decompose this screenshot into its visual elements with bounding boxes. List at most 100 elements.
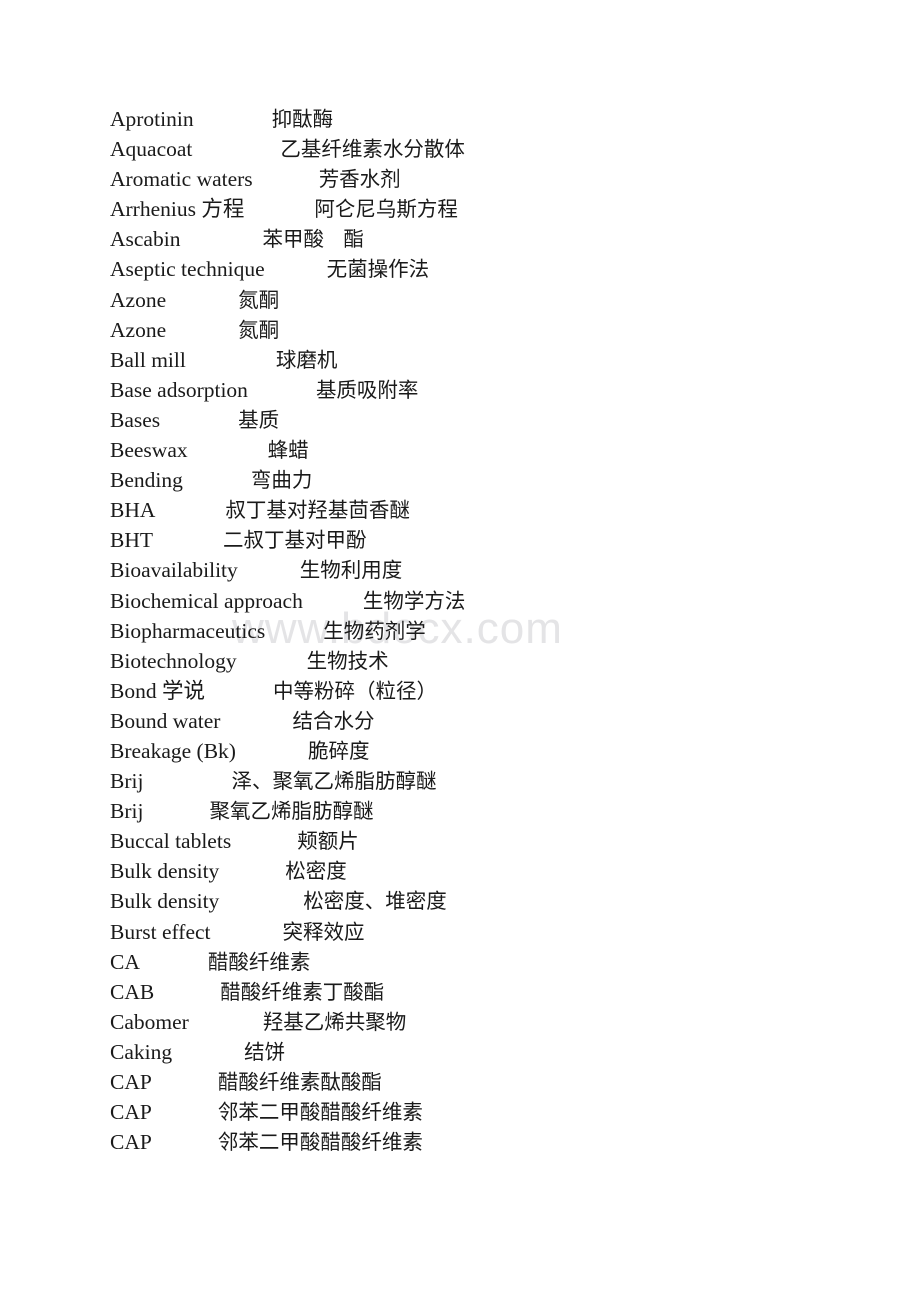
glossary-definition: 生物学方法 bbox=[362, 588, 466, 613]
glossary-definition: 脆碎度 bbox=[307, 738, 370, 763]
glossary-definition: 松密度 bbox=[285, 859, 347, 884]
glossary-entry: Bending 弯曲力 bbox=[110, 465, 870, 495]
glossary-entry: Bond 学说 中等粉碎（粒径） bbox=[110, 676, 870, 706]
glossary-entry: CAB 醋酸纤维素丁酸酯 bbox=[110, 977, 870, 1007]
glossary-definition: 羟基乙烯共聚物 bbox=[262, 1009, 407, 1034]
glossary-definition: 中等粉碎（粒径） bbox=[272, 678, 437, 703]
glossary-entry: Bulk density 松密度 bbox=[110, 856, 870, 886]
glossary-entry: BHT 二叔丁基对甲酚 bbox=[110, 525, 870, 555]
glossary-definition: 生物药剂学 bbox=[323, 618, 426, 643]
glossary-term: BHA bbox=[110, 498, 156, 523]
glossary-entry: Azone 氮酮 bbox=[110, 285, 870, 315]
glossary-definition: 二叔丁基对甲酚 bbox=[223, 528, 367, 553]
glossary-term: Bioavailability bbox=[110, 558, 238, 583]
glossary-definition: 生物技术 bbox=[306, 648, 389, 673]
glossary-definition: 抑酞酶 bbox=[271, 107, 334, 131]
glossary-definition: 氮酮 bbox=[238, 287, 280, 312]
glossary-entry: Bioavailability 生物利用度 bbox=[110, 555, 870, 585]
glossary-term: Aromatic waters bbox=[110, 167, 253, 192]
glossary-term: CAP bbox=[110, 1070, 152, 1094]
glossary-definition: 弯曲力 bbox=[250, 468, 313, 493]
glossary-definition: 邻苯二甲酸醋酸纤维素 bbox=[217, 1130, 423, 1155]
glossary-entry: Buccal tablets 颊额片 bbox=[110, 826, 870, 856]
glossary-definition: 醋酸纤维素酞酸酯 bbox=[217, 1070, 382, 1094]
glossary-list: Aprotinin 抑酞酶 Aquacoat 乙基纤维素水分散体 Aromatic wa… bbox=[110, 104, 870, 1157]
glossary-definition: 突释效应 bbox=[282, 919, 365, 944]
glossary-definition: 乙基纤维素水分散体 bbox=[280, 137, 465, 162]
glossary-term: Biochemical approach bbox=[110, 588, 303, 613]
glossary-entry: Biochemical approach 生物学方法 bbox=[110, 586, 870, 616]
glossary-definition: 阿仑尼乌斯方程 bbox=[314, 197, 458, 222]
glossary-definition: 结饼 bbox=[244, 1039, 286, 1064]
glossary-entry: Aseptic technique 无菌操作法 bbox=[110, 254, 870, 284]
glossary-term: Aquacoat bbox=[110, 137, 193, 162]
glossary-term: Bulk density bbox=[110, 859, 220, 884]
glossary-term: Ascabin bbox=[110, 227, 181, 252]
glossary-entry: Brij 泽、聚氧乙烯脂肪醇醚 bbox=[110, 766, 870, 796]
glossary-term: Bond 学说 bbox=[110, 678, 205, 703]
glossary-term: Bulk density bbox=[110, 889, 220, 914]
glossary-term: Brij bbox=[110, 769, 144, 794]
glossary-entry: BHA 叔丁基对羟基茴香醚 bbox=[110, 495, 870, 525]
glossary-definition: 蜂蜡 bbox=[267, 438, 309, 463]
glossary-term: BHT bbox=[110, 528, 153, 553]
glossary-term: Base adsorption bbox=[110, 377, 248, 402]
glossary-definition: 醋酸纤维素 bbox=[207, 949, 311, 974]
glossary-term: Bound water bbox=[110, 708, 221, 733]
glossary-definition: 松密度、堆密度 bbox=[303, 889, 447, 914]
glossary-term: Beeswax bbox=[110, 438, 188, 463]
glossary-definition: 基质 bbox=[238, 407, 280, 432]
glossary-definition: 球磨机 bbox=[275, 347, 338, 372]
glossary-term: Aprotinin bbox=[110, 107, 194, 131]
glossary-entry: Breakage (Bk) 脆碎度 bbox=[110, 736, 870, 766]
glossary-entry: Arrhenius 方程 阿仑尼乌斯方程 bbox=[110, 194, 870, 224]
glossary-term: CAB bbox=[110, 979, 155, 1004]
glossary-entry: Beeswax 蜂蜡 bbox=[110, 435, 870, 465]
glossary-definition: 醋酸纤维素丁酸酯 bbox=[220, 979, 385, 1004]
glossary-entry: CAP 邻苯二甲酸醋酸纤维素 bbox=[110, 1097, 870, 1127]
glossary-term: CAP bbox=[110, 1100, 152, 1125]
glossary-term: Bending bbox=[110, 468, 183, 493]
glossary-definition: 基质吸附率 bbox=[315, 377, 419, 402]
glossary-term: Caking bbox=[110, 1039, 173, 1064]
glossary-definition: 结合水分 bbox=[292, 708, 375, 733]
glossary-entry: Bound water 结合水分 bbox=[110, 706, 870, 736]
glossary-term: Burst effect bbox=[110, 919, 211, 944]
glossary-entry: Cabomer 羟基乙烯共聚物 bbox=[110, 1007, 870, 1037]
glossary-entry: Ascabin 苯甲酸 酯 bbox=[110, 224, 870, 254]
glossary-term: Aseptic technique bbox=[110, 257, 265, 282]
glossary-entry: Biopharmaceutics 生物药剂学 bbox=[110, 616, 870, 646]
glossary-term: Buccal tablets bbox=[110, 829, 232, 854]
glossary-term: Ball mill bbox=[110, 347, 186, 372]
document-page: www.bdocx.com Aprotinin 抑酞酶 Aquacoat 乙基纤维素水… bbox=[0, 0, 920, 1302]
glossary-entry: Caking 结饼 bbox=[110, 1037, 870, 1067]
glossary-definition: 颊额片 bbox=[297, 829, 359, 854]
glossary-term: Breakage (Bk) bbox=[110, 738, 236, 763]
glossary-definition: 无菌操作法 bbox=[326, 257, 430, 282]
glossary-definition: 生物利用度 bbox=[299, 558, 403, 583]
glossary-definition: 氮酮 bbox=[238, 317, 280, 342]
glossary-entry: CA 醋酸纤维素 bbox=[110, 947, 870, 977]
glossary-term: CA bbox=[110, 949, 140, 974]
glossary-definition: 邻苯二甲酸醋酸纤维素 bbox=[217, 1100, 423, 1125]
glossary-term: Cabomer bbox=[110, 1009, 189, 1034]
glossary-entry: Brij 聚氧乙烯脂肪醇醚 bbox=[110, 796, 870, 826]
glossary-definition: 叔丁基对羟基茴香醚 bbox=[225, 498, 410, 523]
glossary-definition: 聚氧乙烯脂肪醇醚 bbox=[209, 799, 374, 824]
glossary-entry: CAP 醋酸纤维素酞酸酯 bbox=[110, 1067, 870, 1097]
glossary-entry: Burst effect 突释效应 bbox=[110, 917, 870, 947]
glossary-term: Biotechnology bbox=[110, 648, 237, 673]
glossary-entry: Bulk density 松密度、堆密度 bbox=[110, 886, 870, 916]
glossary-term: Azone bbox=[110, 287, 167, 312]
glossary-entry: Azone 氮酮 bbox=[110, 315, 870, 345]
glossary-entry: Bases 基质 bbox=[110, 405, 870, 435]
glossary-term: Arrhenius 方程 bbox=[110, 197, 245, 222]
glossary-term: Brij bbox=[110, 799, 144, 824]
glossary-entry: Aquacoat 乙基纤维素水分散体 bbox=[110, 134, 870, 164]
glossary-entry: Aromatic waters 芳香水剂 bbox=[110, 164, 870, 194]
glossary-term: Biopharmaceutics bbox=[110, 618, 266, 643]
glossary-term: Bases bbox=[110, 407, 161, 432]
glossary-term: CAP bbox=[110, 1130, 152, 1155]
glossary-definition: 苯甲酸 酯 bbox=[262, 227, 365, 252]
glossary-term: Azone bbox=[110, 317, 167, 342]
